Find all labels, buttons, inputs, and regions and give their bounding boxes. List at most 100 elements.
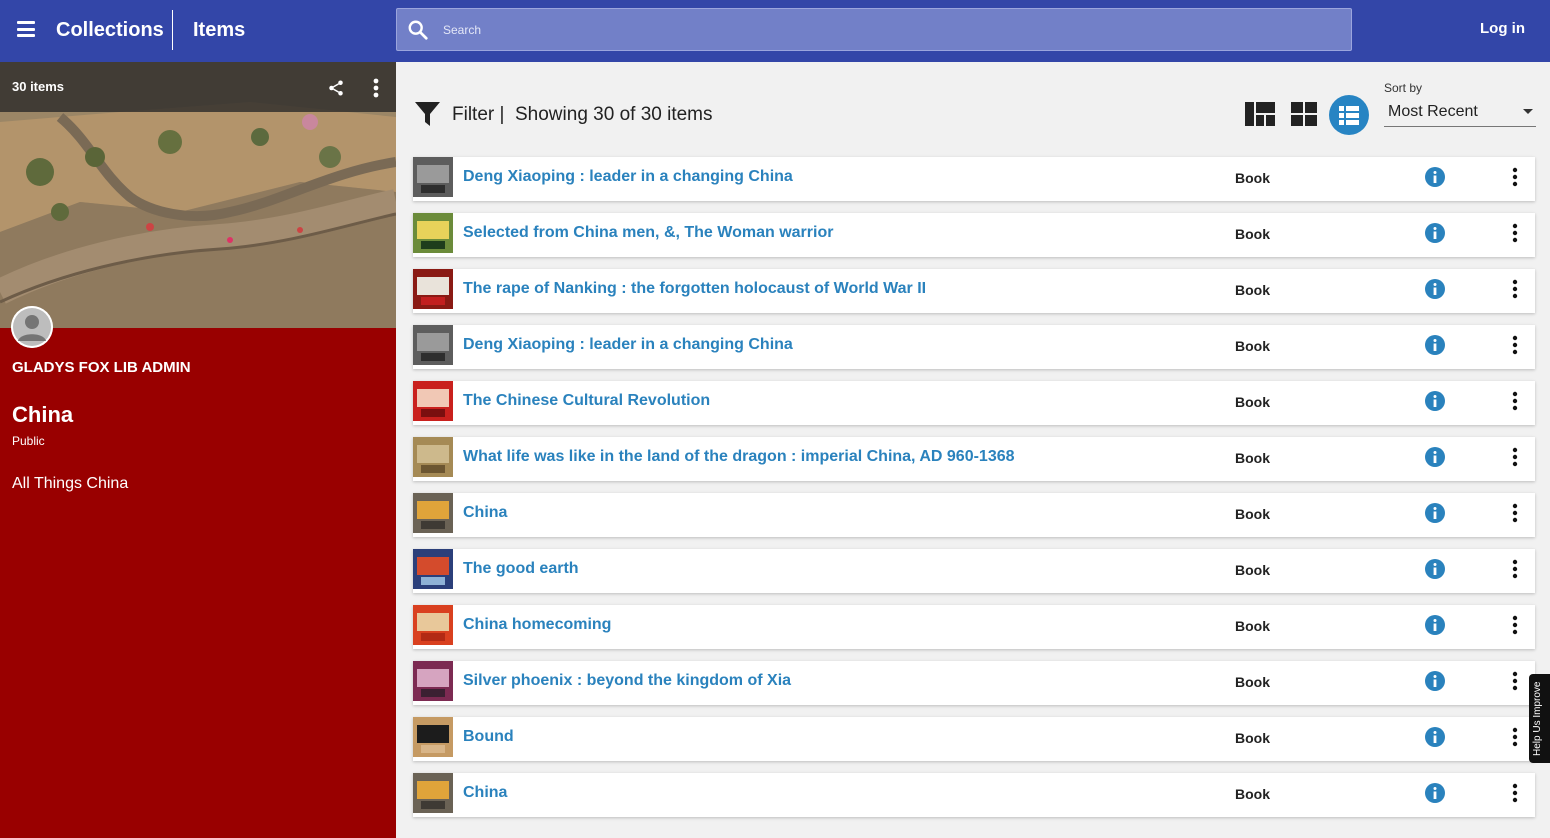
- list-item[interactable]: The good earth Book: [413, 549, 1535, 593]
- results-count: Showing 30 of 30 items: [515, 104, 713, 125]
- item-type: Book: [1235, 394, 1270, 410]
- filter-icon[interactable]: [414, 101, 441, 127]
- item-thumbnail[interactable]: [413, 549, 453, 589]
- item-type: Book: [1235, 338, 1270, 354]
- collection-owner[interactable]: GLADYS FOX LIB ADMIN: [12, 359, 191, 376]
- more-vert-icon[interactable]: [369, 77, 383, 99]
- info-icon[interactable]: [1425, 391, 1445, 411]
- more-vert-icon[interactable]: [1508, 559, 1522, 579]
- item-thumbnail[interactable]: [413, 381, 453, 421]
- item-thumbnail[interactable]: [413, 661, 453, 701]
- item-type: Book: [1235, 786, 1270, 802]
- more-vert-icon[interactable]: [1508, 671, 1522, 691]
- item-thumbnail[interactable]: [413, 157, 453, 197]
- more-vert-icon[interactable]: [1508, 615, 1522, 635]
- sort-value: Most Recent: [1388, 103, 1478, 120]
- item-type: Book: [1235, 674, 1270, 690]
- list-item[interactable]: The Chinese Cultural Revolution Book: [413, 381, 1535, 425]
- list-item[interactable]: The rape of Nanking : the forgotten holo…: [413, 269, 1535, 313]
- item-list: Deng Xiaoping : leader in a changing Chi…: [413, 157, 1535, 829]
- info-icon[interactable]: [1425, 783, 1445, 803]
- item-type: Book: [1235, 170, 1270, 186]
- more-vert-icon[interactable]: [1508, 167, 1522, 187]
- info-icon[interactable]: [1425, 279, 1445, 299]
- collection-description: All Things China: [12, 475, 129, 492]
- help-us-improve-tab[interactable]: Help Us Improve: [1529, 674, 1550, 763]
- item-title-link[interactable]: The Chinese Cultural Revolution: [463, 392, 710, 410]
- item-thumbnail[interactable]: [413, 213, 453, 253]
- item-thumbnail[interactable]: [413, 437, 453, 477]
- more-vert-icon[interactable]: [1508, 279, 1522, 299]
- list-view-icon: [1339, 106, 1359, 125]
- info-icon[interactable]: [1425, 503, 1445, 523]
- list-item[interactable]: Silver phoenix : beyond the kingdom of X…: [413, 661, 1535, 705]
- list-view-button[interactable]: [1329, 95, 1369, 135]
- item-title-link[interactable]: Bound: [463, 728, 514, 746]
- more-vert-icon[interactable]: [1508, 727, 1522, 747]
- section-title[interactable]: Items: [193, 19, 245, 42]
- search-icon[interactable]: [407, 19, 429, 41]
- list-item[interactable]: Bound Book: [413, 717, 1535, 761]
- login-button[interactable]: Log in: [1480, 20, 1525, 37]
- item-thumbnail[interactable]: [413, 717, 453, 757]
- info-icon[interactable]: [1425, 615, 1445, 635]
- info-icon[interactable]: [1425, 671, 1445, 691]
- search-bar[interactable]: [396, 8, 1352, 51]
- item-thumbnail[interactable]: [413, 269, 453, 309]
- item-title-link[interactable]: China: [463, 784, 507, 802]
- info-icon[interactable]: [1425, 447, 1445, 467]
- info-icon[interactable]: [1425, 727, 1445, 747]
- app-title[interactable]: Collections: [56, 19, 164, 42]
- collection-cover-image: 30 items: [0, 62, 396, 328]
- item-type: Book: [1235, 506, 1270, 522]
- item-thumbnail[interactable]: [413, 773, 453, 813]
- collection-panel: 30 items GLADYS FOX LIB ADMIN China Publ…: [0, 62, 396, 838]
- info-icon[interactable]: [1425, 335, 1445, 355]
- item-title-link[interactable]: The good earth: [463, 560, 579, 578]
- top-app-bar: Collections Items Log in: [0, 0, 1550, 62]
- info-icon[interactable]: [1425, 559, 1445, 579]
- more-vert-icon[interactable]: [1508, 391, 1522, 411]
- collection-header-bar: 30 items: [0, 62, 396, 112]
- share-icon[interactable]: [327, 79, 345, 97]
- list-item[interactable]: China homecoming Book: [413, 605, 1535, 649]
- item-thumbnail[interactable]: [413, 325, 453, 365]
- info-icon[interactable]: [1425, 223, 1445, 243]
- item-title-link[interactable]: The rape of Nanking : the forgotten holo…: [463, 280, 926, 298]
- collection-title: China: [12, 402, 74, 427]
- menu-icon[interactable]: [17, 21, 35, 37]
- search-input[interactable]: [443, 9, 1323, 50]
- item-type: Book: [1235, 562, 1270, 578]
- list-item[interactable]: China Book: [413, 773, 1535, 817]
- info-icon[interactable]: [1425, 167, 1445, 187]
- item-type: Book: [1235, 450, 1270, 466]
- item-type: Book: [1235, 282, 1270, 298]
- item-title-link[interactable]: China homecoming: [463, 616, 611, 634]
- item-thumbnail[interactable]: [413, 493, 453, 533]
- avatar[interactable]: [11, 306, 53, 348]
- item-title-link[interactable]: Selected from China men, &, The Woman wa…: [463, 224, 833, 242]
- more-vert-icon[interactable]: [1508, 503, 1522, 523]
- grid-view-icon[interactable]: [1291, 102, 1317, 126]
- item-title-link[interactable]: Deng Xiaoping : leader in a changing Chi…: [463, 336, 793, 354]
- item-type: Book: [1235, 226, 1270, 242]
- item-title-link[interactable]: Silver phoenix : beyond the kingdom of X…: [463, 672, 791, 690]
- sort-select[interactable]: Most Recent: [1384, 100, 1536, 127]
- list-item[interactable]: Selected from China men, &, The Woman wa…: [413, 213, 1535, 257]
- list-item[interactable]: Deng Xiaoping : leader in a changing Chi…: [413, 325, 1535, 369]
- item-title-link[interactable]: What life was like in the land of the dr…: [463, 448, 1015, 466]
- list-item[interactable]: China Book: [413, 493, 1535, 537]
- more-vert-icon[interactable]: [1508, 447, 1522, 467]
- item-thumbnail[interactable]: [413, 605, 453, 645]
- item-title-link[interactable]: Deng Xiaoping : leader in a changing Chi…: [463, 168, 793, 186]
- user-avatar-icon: [11, 306, 53, 348]
- title-divider: [172, 10, 173, 50]
- masonry-view-icon[interactable]: [1245, 102, 1275, 126]
- filter-button[interactable]: Filter |: [452, 104, 504, 126]
- more-vert-icon[interactable]: [1508, 335, 1522, 355]
- more-vert-icon[interactable]: [1508, 783, 1522, 803]
- item-title-link[interactable]: China: [463, 504, 507, 522]
- list-item[interactable]: Deng Xiaoping : leader in a changing Chi…: [413, 157, 1535, 201]
- more-vert-icon[interactable]: [1508, 223, 1522, 243]
- list-item[interactable]: What life was like in the land of the dr…: [413, 437, 1535, 481]
